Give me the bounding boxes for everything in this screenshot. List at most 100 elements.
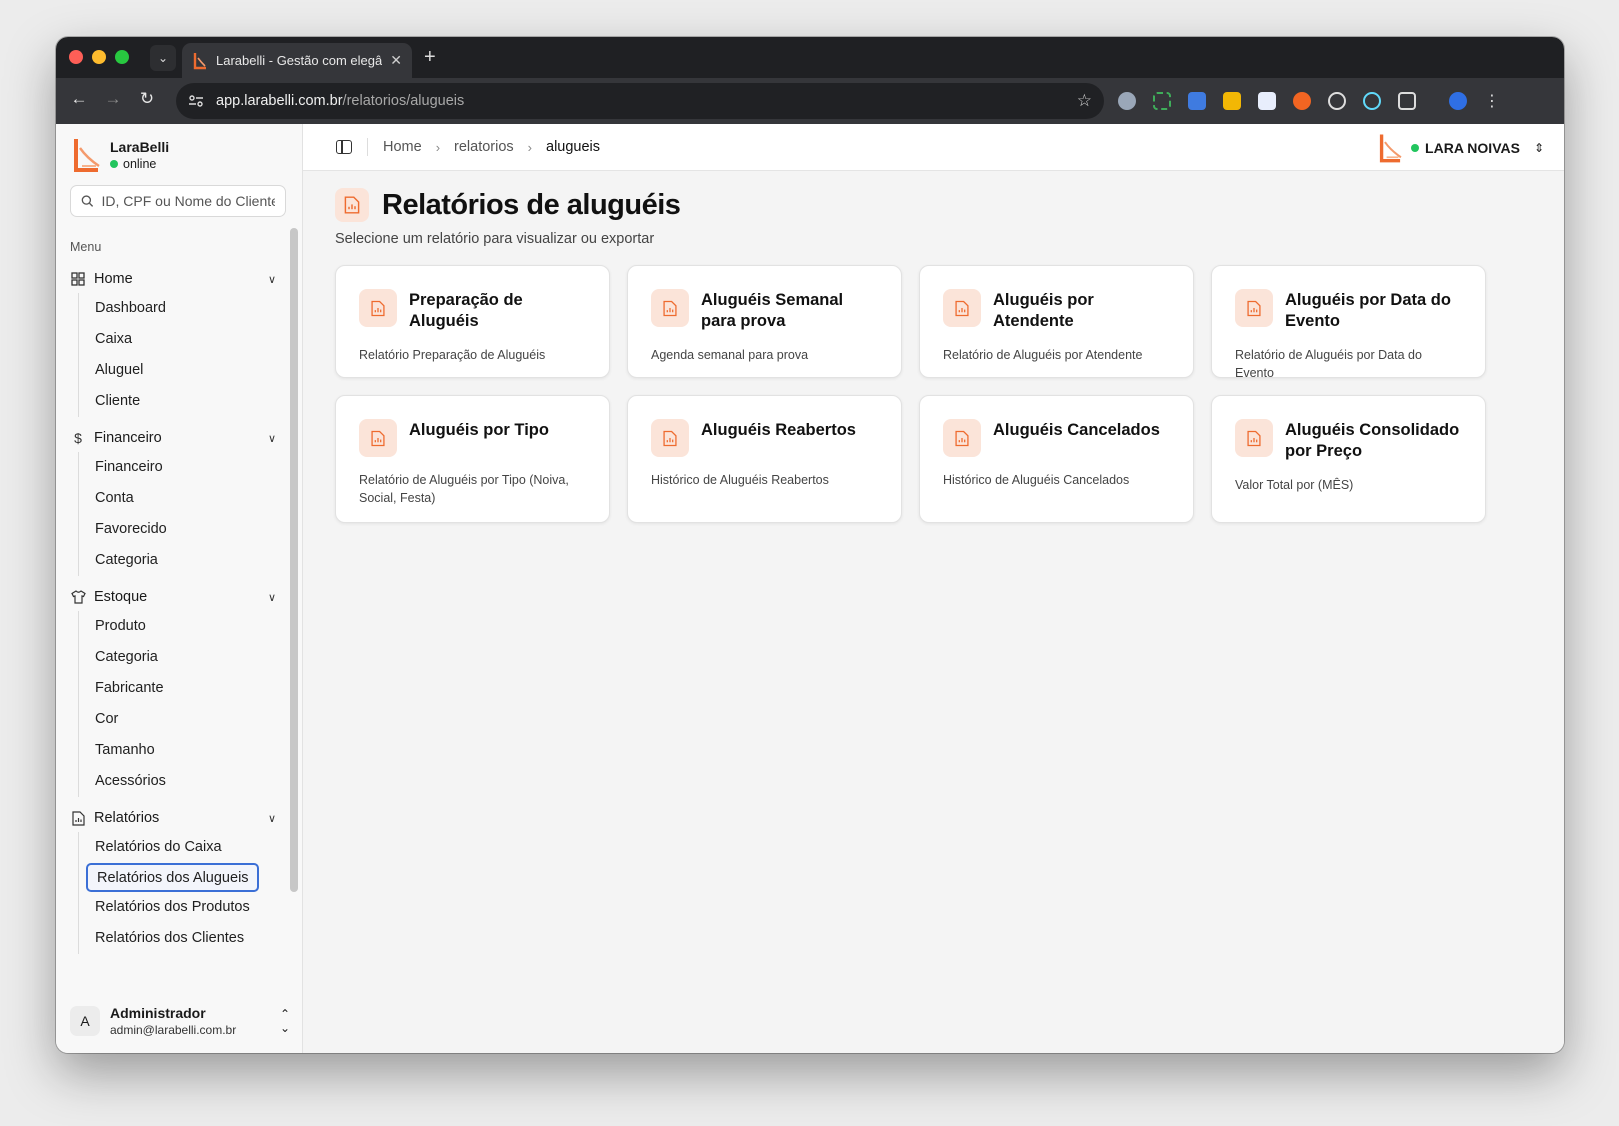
menu-item-fabricante[interactable]: Fabricante [79,673,166,704]
menu-item-categoria-financeiro[interactable]: Categoria [79,545,167,576]
browser-tab[interactable]: Larabelli - Gestão com elegân ✕ [182,43,412,78]
store-switcher[interactable]: LARA NOIVAS ⇕ [1375,132,1544,164]
report-card[interactable]: Preparação de Aluguéis Relatório Prepara… [335,265,610,378]
menu-heading: Menu [70,240,102,254]
back-arrow-icon[interactable]: ← [68,89,90,109]
extension-5-icon[interactable] [1258,92,1276,110]
report-icon [943,289,981,327]
report-card[interactable]: Aluguéis Consolidado por Preço Valor Tot… [1211,395,1486,523]
extension-1-icon[interactable] [1118,92,1136,110]
extensions-bar: ⋮ [1118,91,1500,111]
menu-item-aluguel[interactable]: Aluguel [79,355,166,386]
menu-scroll-area[interactable]: Menu Home ∨ Dashboard Caixa Aluguel Clie… [56,224,296,964]
chevron-down-icon: ∨ [267,812,276,825]
main-content: Home › relatorios › alugueis LARA NOIVAS… [303,124,1564,1053]
report-card[interactable]: Aluguéis por Atendente Relatório de Alug… [919,265,1194,378]
tab-search-button[interactable]: ⌄ [150,45,176,71]
report-icon [359,419,397,457]
submenu-financeiro: Financeiro Conta Favorecido Categoria [78,452,167,576]
address-bar[interactable]: app.larabelli.com.br/relatorios/alugueis… [176,83,1104,119]
card-header: Aluguéis por Data do Evento [1235,289,1462,332]
chevron-right-icon: › [435,139,441,155]
menu-group-label: Home [94,271,133,287]
card-header: Preparação de Aluguéis [359,289,586,332]
browser-menu-icon[interactable]: ⋮ [1484,91,1500,111]
url-text: app.larabelli.com.br/relatorios/alugueis [216,93,464,109]
chevron-down-icon: ∨ [267,273,276,286]
larabelli-logo-icon [74,139,100,172]
menu-item-dashboard[interactable]: Dashboard [79,293,166,324]
translate-extension-icon[interactable] [1188,92,1206,110]
report-card[interactable]: Aluguéis Cancelados Histórico de Aluguéi… [919,395,1194,523]
forward-arrow-icon[interactable]: → [102,89,124,109]
submenu-home: Dashboard Caixa Aluguel Cliente [78,293,166,417]
report-icon [1235,419,1273,457]
chevron-right-icon: › [527,139,533,155]
menu-group-label: Financeiro [94,430,162,446]
report-card[interactable]: Aluguéis Reabertos Histórico de Aluguéis… [627,395,902,523]
site-settings-icon[interactable] [188,94,204,108]
submenu-estoque: Produto Categoria Fabricante Cor Tamanho… [78,611,166,797]
extension-7-icon[interactable] [1328,92,1346,110]
breadcrumb-relatorios[interactable]: relatorios [454,139,514,155]
menu-item-tamanho[interactable]: Tamanho [79,735,166,766]
larabelli-logo-icon [193,52,206,69]
report-card[interactable]: Aluguéis por Data do Evento Relatório de… [1211,265,1486,380]
react-devtools-icon[interactable] [1363,92,1381,110]
report-card[interactable]: Aluguéis por Tipo Relatório de Aluguéis … [335,395,610,523]
report-title: Aluguéis por Atendente [993,291,1094,330]
menu-item-categoria-estoque[interactable]: Categoria [79,642,166,673]
menu-item-financeiro[interactable]: Financeiro [79,452,167,483]
report-title: Aluguéis Consolidado por Preço [1285,421,1460,460]
extension-6-icon[interactable] [1293,92,1311,110]
breadcrumb-home[interactable]: Home [383,139,422,155]
menu-item-produto[interactable]: Produto [79,611,166,642]
search-icon [81,195,94,207]
client-search[interactable] [70,185,286,217]
menu-group-home[interactable]: Home ∨ [70,266,276,292]
divider [367,138,368,156]
menu-item-cor[interactable]: Cor [79,704,166,735]
sidebar-scrollbar[interactable] [290,228,298,892]
maximize-window-button[interactable] [115,50,129,64]
tab-bar: ⌄ Larabelli - Gestão com elegân ✕ + [56,37,1564,78]
menu-group-financeiro[interactable]: $ Financeiro ∨ [70,425,276,451]
card-header: Aluguéis Reabertos [651,419,878,457]
bookmark-star-icon[interactable]: ☆ [1077,91,1092,111]
menu-item-relatorios-produtos[interactable]: Relatórios dos Produtos [79,892,259,923]
extensions-puzzle-icon[interactable] [1398,92,1416,110]
search-input[interactable] [101,193,275,209]
brand[interactable]: LaraBelli online [70,136,169,174]
menu-item-favorecido[interactable]: Favorecido [79,514,167,545]
page-header: Relatórios de aluguéis [335,188,681,222]
profile-avatar-icon[interactable] [1449,92,1467,110]
extension-4-icon[interactable] [1223,92,1241,110]
reload-icon[interactable]: ↻ [136,89,158,109]
user-menu[interactable]: A Administrador admin@larabelli.com.br ⌃… [70,1003,290,1039]
menu-item-cliente[interactable]: Cliente [79,386,166,417]
close-tab-icon[interactable]: ✕ [390,52,402,69]
extension-2-icon[interactable] [1153,92,1171,110]
menu-group-estoque[interactable]: Estoque ∨ [70,584,276,610]
close-window-button[interactable] [69,50,83,64]
sidebar-toggle-icon[interactable] [336,140,352,154]
card-header: Aluguéis por Atendente [943,289,1170,332]
minimize-window-button[interactable] [92,50,106,64]
tab-title: Larabelli - Gestão com elegân [216,53,383,68]
menu-item-relatorios-clientes[interactable]: Relatórios dos Clientes [79,923,259,954]
menu-group-relatorios[interactable]: Relatórios ∨ [70,805,276,831]
report-grid: Preparação de Aluguéis Relatório Prepara… [335,265,1486,523]
sidebar: LaraBelli online Menu Home [56,124,303,1053]
brand-text: LaraBelli online [110,136,169,171]
grid-icon [70,271,86,287]
menu-item-conta[interactable]: Conta [79,483,167,514]
menu-item-relatorios-caixa[interactable]: Relatórios do Caixa [79,832,259,863]
status-text: online [123,157,157,171]
report-card[interactable]: Aluguéis Semanal para prova Agenda seman… [627,265,902,378]
menu-item-caixa[interactable]: Caixa [79,324,166,355]
menu-item-relatorios-alugueis[interactable]: Relatórios dos Alugueis [86,863,259,892]
menu-item-acessorios[interactable]: Acessórios [79,766,166,797]
report-title: Aluguéis Semanal para prova [701,291,844,330]
new-tab-button[interactable]: + [424,46,436,69]
user-name: Administrador [110,1005,206,1021]
